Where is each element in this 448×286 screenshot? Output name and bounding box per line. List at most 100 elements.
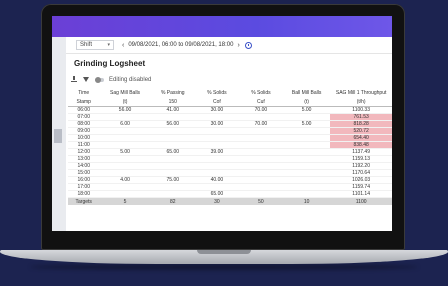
value-cell[interactable] [150, 134, 195, 142]
value-cell[interactable] [194, 113, 239, 121]
value-cell[interactable] [238, 162, 283, 170]
clock-icon[interactable] [244, 41, 252, 49]
value-cell[interactable] [150, 141, 195, 149]
value-cell[interactable]: 39.00 [194, 148, 239, 156]
column-header[interactable]: % Solids [239, 88, 283, 97]
value-cell[interactable] [194, 162, 239, 170]
value-cell[interactable] [282, 127, 331, 135]
value-cell[interactable]: 1100.33 [330, 106, 392, 114]
value-cell[interactable] [238, 183, 283, 191]
column-header[interactable]: SAG Mill 1 Throughput [330, 88, 392, 97]
date-range[interactable]: 09/08/2021, 06:00 to 09/08/2021, 18:00 [128, 42, 233, 48]
column-header[interactable]: Cuf [238, 97, 283, 107]
value-cell[interactable] [99, 190, 151, 198]
column-header[interactable]: Stamp [68, 97, 100, 107]
value-cell[interactable]: 1137.49 [330, 148, 392, 156]
value-cell[interactable]: 818.28 [330, 120, 392, 128]
value-cell[interactable] [238, 127, 283, 135]
value-cell[interactable]: 6.00 [99, 120, 151, 128]
value-cell[interactable] [99, 113, 151, 121]
editing-toggle[interactable] [95, 76, 104, 83]
column-header[interactable]: Ball Mill Balls [283, 88, 330, 97]
value-cell[interactable] [150, 127, 195, 135]
value-cell[interactable] [282, 183, 331, 191]
value-cell[interactable] [99, 183, 151, 191]
value-cell[interactable]: 520.72 [330, 127, 392, 135]
value-cell[interactable]: 65.00 [194, 190, 239, 198]
value-cell[interactable] [238, 113, 283, 121]
value-cell[interactable]: 5.00 [282, 120, 331, 128]
side-rail-handle[interactable] [54, 129, 62, 143]
value-cell[interactable] [282, 176, 331, 184]
shift-select[interactable]: Shift ▾ [76, 40, 114, 50]
value-cell[interactable]: 1159.13 [330, 155, 392, 163]
value-cell[interactable] [238, 148, 283, 156]
value-cell[interactable] [238, 155, 283, 163]
value-cell[interactable] [150, 183, 195, 191]
value-cell[interactable] [150, 162, 195, 170]
value-cell[interactable] [238, 141, 283, 149]
value-cell[interactable] [282, 155, 331, 163]
value-cell[interactable]: 1101.14 [330, 190, 392, 198]
value-cell[interactable] [238, 176, 283, 184]
value-cell[interactable] [238, 190, 283, 198]
value-cell[interactable] [282, 134, 331, 142]
value-cell[interactable] [99, 169, 151, 177]
column-header[interactable]: Cof [194, 97, 239, 107]
value-cell[interactable] [282, 148, 331, 156]
value-cell[interactable] [282, 169, 331, 177]
value-cell[interactable] [194, 155, 239, 163]
column-header[interactable]: (t) [282, 97, 331, 107]
value-cell[interactable]: 56.00 [99, 106, 151, 114]
value-cell[interactable]: 654.40 [330, 134, 392, 142]
value-cell[interactable] [150, 169, 195, 177]
value-cell[interactable] [282, 113, 331, 121]
download-icon[interactable] [71, 76, 77, 83]
column-header[interactable]: 150 [150, 97, 195, 107]
value-cell[interactable]: 761.53 [330, 113, 392, 121]
value-cell[interactable]: 40.00 [194, 176, 239, 184]
value-cell[interactable] [238, 169, 283, 177]
value-cell[interactable]: 30.00 [194, 106, 239, 114]
column-header[interactable]: (t/h) [330, 97, 392, 107]
value-cell[interactable] [194, 127, 239, 135]
value-cell[interactable] [194, 134, 239, 142]
value-cell[interactable] [150, 113, 195, 121]
value-cell[interactable] [99, 155, 151, 163]
value-cell[interactable]: 70.00 [238, 106, 283, 114]
value-cell[interactable]: 5.00 [282, 106, 331, 114]
value-cell[interactable] [282, 162, 331, 170]
value-cell[interactable]: 1026.03 [330, 176, 392, 184]
value-cell[interactable] [150, 155, 195, 163]
value-cell[interactable] [194, 169, 239, 177]
value-cell[interactable]: 41.00 [150, 106, 195, 114]
value-cell[interactable] [194, 183, 239, 191]
next-range-button[interactable]: › [237, 42, 239, 49]
column-header[interactable]: (t) [99, 97, 151, 107]
value-cell[interactable]: 1159.74 [330, 183, 392, 191]
value-cell[interactable] [99, 141, 151, 149]
previous-range-button[interactable]: ‹ [122, 42, 124, 49]
value-cell[interactable]: 1192.20 [330, 162, 392, 170]
value-cell[interactable] [194, 141, 239, 149]
value-cell[interactable]: 1170.64 [330, 169, 392, 177]
value-cell[interactable]: 65.00 [150, 148, 195, 156]
value-cell[interactable] [99, 127, 151, 135]
column-header[interactable]: % Passing [151, 88, 195, 97]
column-header[interactable]: % Solids [195, 88, 239, 97]
value-cell[interactable]: 30.00 [194, 120, 239, 128]
value-cell[interactable] [150, 190, 195, 198]
value-cell[interactable]: 56.00 [150, 120, 195, 128]
value-cell[interactable] [282, 141, 331, 149]
value-cell[interactable] [238, 134, 283, 142]
value-cell[interactable]: 4.00 [99, 176, 151, 184]
value-cell[interactable]: 70.00 [238, 120, 283, 128]
column-header[interactable]: Time [68, 88, 99, 97]
value-cell[interactable] [99, 134, 151, 142]
filter-icon[interactable] [83, 77, 89, 82]
value-cell[interactable] [282, 190, 331, 198]
column-header[interactable]: Sag Mill Balls [99, 88, 150, 97]
value-cell[interactable]: 5.00 [99, 148, 151, 156]
value-cell[interactable] [99, 162, 151, 170]
value-cell[interactable]: 75.00 [150, 176, 195, 184]
